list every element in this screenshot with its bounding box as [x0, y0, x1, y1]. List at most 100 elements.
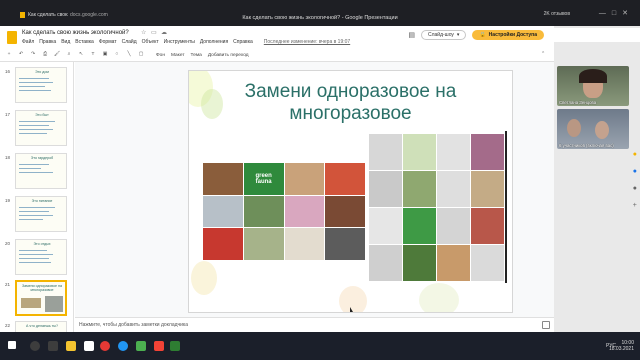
collapse-icon[interactable]: ⌃ [540, 52, 546, 58]
cloud-icon[interactable]: ☁ [161, 29, 167, 36]
tasks-icon[interactable]: ● [633, 168, 637, 175]
cursor-icon[interactable]: ↖ [78, 52, 84, 58]
search-icon[interactable] [30, 341, 40, 351]
clock[interactable]: 10:00 18.03.2021 [609, 340, 634, 352]
layout-button[interactable]: Макет [171, 53, 185, 58]
menu-object[interactable]: Объект [142, 39, 159, 45]
background-button[interactable]: Фон [156, 53, 165, 58]
photo-tile [437, 134, 470, 170]
app-icon[interactable] [170, 341, 180, 351]
redo-icon[interactable]: ↷ [30, 52, 36, 58]
slides-logo-icon[interactable] [7, 31, 17, 44]
photo-tile [471, 208, 504, 244]
star-icon[interactable]: ☆ [141, 29, 146, 36]
taskview-icon[interactable] [48, 341, 58, 351]
contacts-icon[interactable]: ● [633, 185, 637, 192]
reviews-label[interactable]: 2K отзывов [544, 11, 570, 17]
slide-thumbnail: Это быт [15, 110, 67, 146]
add-slide-icon[interactable]: + [6, 52, 12, 58]
word-icon[interactable] [84, 341, 94, 351]
slide-thumb-21[interactable]: 21 Замени одноразовое на многоразовое [0, 280, 73, 320]
menu-file[interactable]: Файл [22, 39, 34, 45]
start-icon[interactable] [8, 341, 16, 349]
folder-icon[interactable]: ▭ [151, 29, 157, 36]
thumb-title: А что делаешь ты? [26, 324, 58, 328]
lock-icon: 🔒 [479, 32, 486, 38]
slide-thumb-19[interactable]: 19 Это питание [0, 196, 73, 236]
document-title[interactable]: Как сделать свою жизнь экологичной? [22, 30, 129, 36]
thumb-line [19, 207, 55, 208]
share-label: Настройки Доступа [488, 32, 537, 38]
theme-button[interactable]: Тема [191, 53, 202, 58]
menu-view[interactable]: Вид [61, 39, 70, 45]
photo-tile [437, 245, 470, 281]
thumb-line [19, 133, 47, 134]
photo-tile [471, 171, 504, 207]
slide-thumbnail: А что делаешь ты? [15, 321, 67, 332]
video-tile-participant[interactable]: Светлана Зенцова [557, 66, 629, 106]
photo-tile [403, 134, 436, 170]
browser-titlebar: Как сделать свою жизнь экологичной? - Go… [0, 0, 640, 26]
textbox-icon[interactable]: T [90, 52, 96, 58]
present-button[interactable]: Слайд-шоу ▾ [421, 30, 467, 40]
menu-help[interactable]: Справка [233, 39, 253, 45]
speaker-notes[interactable]: Нажмите, чтобы добавить заметки докладчи… [75, 317, 554, 332]
balloon-decoration [339, 286, 367, 312]
photo-tile [243, 195, 284, 228]
app-icon[interactable] [136, 341, 146, 351]
undo-icon[interactable]: ↶ [18, 52, 24, 58]
slide-title[interactable]: Замени одноразовое на многоразовое [207, 81, 494, 125]
slide-number: 17 [5, 112, 11, 117]
menu-edit[interactable]: Правка [39, 39, 56, 45]
left-photo-collage[interactable]: green fauna [203, 163, 365, 260]
shape-icon[interactable]: ○ [114, 52, 120, 58]
thumb-line [19, 82, 53, 83]
keep-icon[interactable]: ● [633, 151, 637, 158]
chevron-down-icon: ▾ [456, 32, 460, 38]
video-tile-group[interactable]: 6 участников (включая вас) [557, 109, 629, 149]
menu-addons[interactable]: Дополнения [200, 39, 228, 45]
slide-thumb-16[interactable]: 16 Это дом [0, 67, 73, 107]
header-actions: ▤ Слайд-шоу ▾ 🔒 Настройки Доступа [408, 30, 544, 40]
thumb-title: Это питание [31, 199, 53, 203]
notes-placeholder: Нажмите, чтобы добавить заметки докладчи… [79, 322, 189, 328]
photo-tile [284, 228, 325, 260]
line-icon[interactable]: ╲ [126, 52, 132, 58]
slide-thumb-18[interactable]: 18 Это гардероб [0, 153, 73, 193]
yandex-icon[interactable] [100, 341, 110, 351]
chrome-icon[interactable] [118, 341, 128, 351]
image-icon[interactable]: ▣ [102, 52, 108, 58]
photo-tile [437, 208, 470, 244]
paint-format-icon[interactable]: 🖌 [54, 52, 60, 58]
slide-thumb-17[interactable]: 17 Это быт [0, 110, 73, 150]
comment-add-icon[interactable]: ▢ [138, 52, 144, 58]
transition-button[interactable]: Добавить переход [208, 53, 249, 58]
participant-name: Светлана Зенцова [559, 100, 597, 105]
slide-thumb-22[interactable]: 22 А что делаешь ты? [0, 321, 73, 332]
app-icon[interactable] [154, 341, 164, 351]
thumb-title: Замени одноразовое на многоразовое [21, 284, 63, 292]
explorer-icon[interactable] [66, 341, 76, 351]
explore-icon[interactable] [542, 321, 550, 329]
menu-slide[interactable]: Слайд [122, 39, 137, 45]
last-edit-link[interactable]: Последнее изменение: вчера в 19:07 [264, 39, 350, 45]
photo-tile [471, 134, 504, 170]
thumb-line [19, 211, 49, 212]
current-slide[interactable]: Замени одноразовое на многоразовое green… [188, 70, 513, 313]
share-button[interactable]: 🔒 Настройки Доступа [472, 30, 544, 40]
slide-thumb-20[interactable]: 20 Это отдых [0, 239, 73, 279]
zoom-icon[interactable]: ⌕ [66, 52, 72, 58]
menu-insert[interactable]: Вставка [75, 39, 94, 45]
window-controls[interactable]: —□✕ [599, 9, 634, 17]
menu-bar: Файл Правка Вид Вставка Формат Слайд Объ… [22, 39, 350, 45]
photo-tile [325, 195, 365, 228]
clock-date: 18.03.2021 [608, 346, 634, 352]
print-icon[interactable]: ⎙ [42, 52, 48, 58]
menu-tools[interactable]: Инструменты [164, 39, 195, 45]
add-addon-icon[interactable]: + [633, 202, 637, 209]
photo-tile [203, 228, 243, 260]
person-figure [595, 121, 609, 139]
right-photo-collage[interactable] [369, 134, 504, 281]
comment-icon[interactable]: ▤ [408, 31, 415, 39]
menu-format[interactable]: Формат [99, 39, 117, 45]
